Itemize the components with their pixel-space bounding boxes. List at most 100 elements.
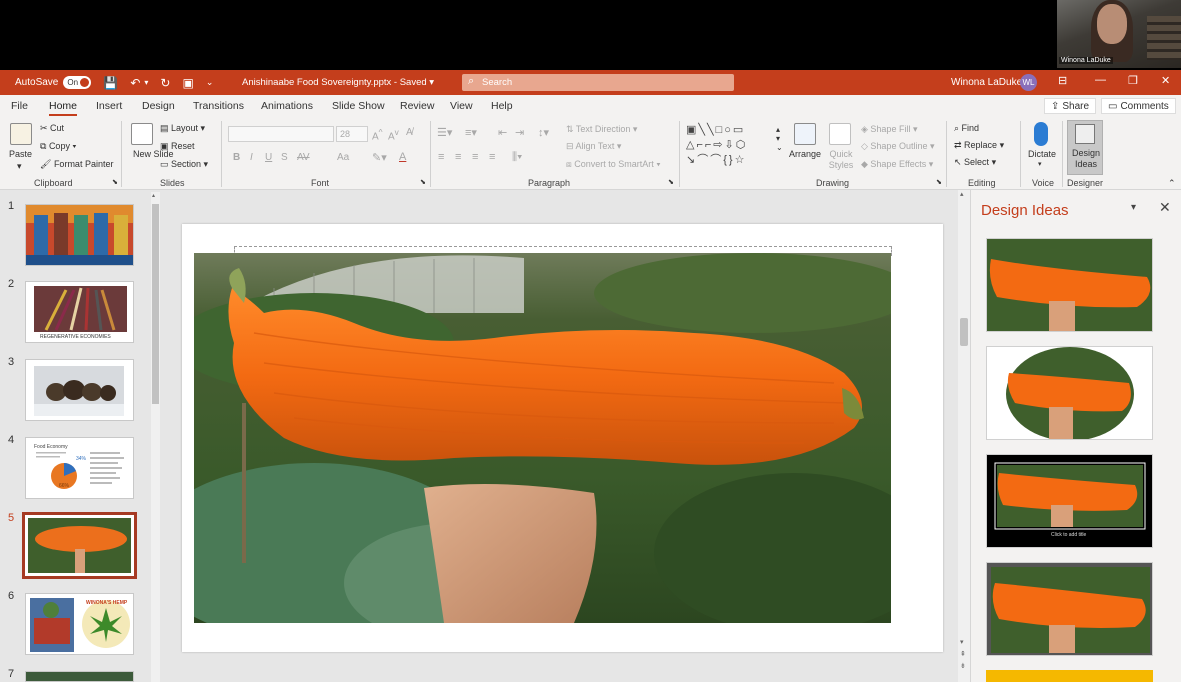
undo-icon[interactable]: ↶ [130, 76, 140, 90]
scrollbar-thumb[interactable] [960, 318, 968, 346]
next-slide-icon[interactable]: ⇟ [960, 662, 966, 670]
tab-design[interactable]: Design [142, 100, 175, 112]
collapse-ribbon-icon[interactable]: ⌃ [1168, 178, 1176, 189]
search-box[interactable]: ⌕ Search [462, 74, 734, 91]
close-icon[interactable]: ✕ [1161, 74, 1170, 87]
strikethrough-button[interactable]: AV [297, 152, 310, 163]
numbering-icon[interactable]: ≡▾ [465, 126, 477, 139]
font-size-box[interactable]: 28 [336, 126, 368, 142]
save-icon[interactable]: 💾 [103, 76, 118, 90]
restore-icon[interactable]: ❐ [1128, 74, 1138, 87]
current-slide[interactable] [182, 224, 943, 652]
increase-indent-icon[interactable]: ⇥ [515, 126, 524, 139]
underline-button[interactable]: U [265, 152, 272, 163]
slide-thumbnail-7[interactable] [25, 671, 134, 682]
close-pane-icon[interactable]: ✕ [1159, 199, 1171, 216]
slide-thumbnail-5[interactable] [22, 512, 137, 579]
tab-home[interactable]: Home [49, 100, 78, 116]
customize-toolbar-icon[interactable]: ⌄ [206, 77, 214, 88]
tab-review[interactable]: Review [400, 100, 434, 112]
design-idea-5[interactable] [986, 670, 1153, 682]
tab-transitions[interactable]: Transitions [193, 100, 244, 112]
avatar[interactable]: WL [1020, 74, 1037, 91]
tab-insert[interactable]: Insert [96, 100, 122, 112]
redo-icon[interactable]: ↻ [160, 76, 170, 90]
select-button[interactable]: ↖ Select ▾ [954, 157, 996, 168]
paragraph-launcher-icon[interactable]: ⬊ [668, 178, 674, 186]
change-case-button[interactable]: Aa [337, 152, 349, 163]
columns-icon[interactable]: ⫼▾ [512, 151, 522, 164]
shape-fill-button[interactable]: ◈ Shape Fill ▾ [861, 124, 917, 135]
comments-button[interactable]: ▭ Comments [1101, 98, 1176, 114]
slide-thumbnail-1[interactable] [25, 204, 134, 266]
ribbon-display-icon[interactable]: ⊟ [1058, 74, 1067, 87]
font-launcher-icon[interactable]: ⬊ [420, 178, 426, 186]
increase-font-icon[interactable]: A^ [372, 127, 383, 142]
scroll-down-icon[interactable]: ▾ [960, 638, 964, 646]
find-button[interactable]: ⌕ Find [954, 123, 979, 134]
dictate-dropdown-icon[interactable]: ▾ [1038, 160, 1042, 168]
quick-styles-icon[interactable] [829, 123, 851, 145]
tab-slide-show[interactable]: Slide Show [332, 100, 385, 112]
layout-button[interactable]: ▤ Layout ▾ [160, 123, 205, 134]
scrollbar-thumb[interactable] [152, 204, 159, 404]
shape-outline-button[interactable]: ◇ Shape Outline ▾ [861, 141, 935, 152]
design-ideas-button[interactable]: Design Ideas [1067, 120, 1103, 175]
font-name-box[interactable] [228, 126, 334, 142]
tab-animations[interactable]: Animations [261, 100, 313, 112]
highlight-icon[interactable]: ✎▾ [372, 151, 387, 164]
font-color-icon[interactable]: A [399, 151, 406, 163]
share-button[interactable]: ⇪ Share [1044, 98, 1097, 114]
tab-view[interactable]: View [450, 100, 473, 112]
previous-slide-icon[interactable]: ⇞ [960, 650, 966, 658]
drawing-launcher-icon[interactable]: ⬊ [936, 178, 942, 186]
shadow-button[interactable]: S [281, 152, 288, 163]
format-painter-button[interactable]: 🖌 Format Painter [40, 159, 113, 170]
italic-button[interactable]: I [250, 152, 253, 163]
clipboard-launcher-icon[interactable]: ⬊ [112, 178, 118, 186]
quick-styles-button[interactable]: Quick Styles [826, 149, 856, 171]
tab-help[interactable]: Help [491, 100, 513, 112]
bold-button[interactable]: B [233, 152, 240, 163]
thumbnails-scrollbar[interactable]: ▴ [151, 192, 160, 682]
canvas-scrollbar[interactable]: ▴ ▾ ⇞ ⇟ [958, 190, 970, 682]
design-idea-3[interactable]: Click to add title [986, 454, 1153, 548]
microphone-icon[interactable] [1034, 122, 1048, 146]
scroll-up-icon[interactable]: ▴ [152, 192, 155, 199]
autosave-toggle[interactable]: On [63, 76, 92, 89]
decrease-font-icon[interactable]: Av [388, 127, 399, 142]
new-slide-icon[interactable] [131, 123, 153, 145]
slide-thumbnail-6[interactable]: WINONA'S HEMP [25, 593, 134, 655]
shape-effects-button[interactable]: ◆ Shape Effects ▾ [861, 159, 933, 170]
replace-button[interactable]: ⇄ Replace ▾ [954, 140, 1004, 151]
slide-thumbnail-4[interactable]: Food Economy 34% 66% [25, 437, 134, 499]
slide-thumbnail-2[interactable]: REGENERATIVE ECONOMIES [25, 281, 134, 343]
dictate-button[interactable]: Dictate [1028, 149, 1056, 159]
align-text-button[interactable]: ⊟ Align Text ▾ [566, 141, 621, 152]
present-icon[interactable]: ▣ [182, 76, 193, 90]
cut-button[interactable]: ✂ Cut [40, 123, 64, 134]
tab-file[interactable]: File [11, 100, 28, 112]
arrange-icon[interactable] [794, 123, 816, 145]
decrease-indent-icon[interactable]: ⇤ [498, 126, 507, 139]
document-title[interactable]: Anishinaabe Food Sovereignty.pptx - Save… [242, 77, 434, 88]
design-idea-2[interactable] [986, 346, 1153, 440]
align-left-icon[interactable]: ≡ [438, 151, 444, 163]
design-idea-1[interactable] [986, 238, 1153, 332]
arrange-button[interactable]: Arrange [789, 149, 821, 159]
shapes-scroll-icon[interactable]: ▴ ▾ ⌄ [776, 125, 783, 152]
convert-smartart-button[interactable]: ⧈ Convert to SmartArt ▾ [566, 159, 661, 170]
section-button[interactable]: ▭ Section ▾ [160, 159, 208, 170]
shapes-gallery[interactable]: ▣╲╲□○▭ △⌐⌐⇨⇩⬡ ↘⌒⌒{}☆ [686, 123, 774, 167]
align-center-icon[interactable]: ≡ [455, 151, 461, 163]
reset-button[interactable]: ▣ Reset [160, 141, 195, 152]
copy-button[interactable]: ⧉ Copy ▾ [40, 141, 76, 152]
undo-dropdown-icon[interactable]: ▾ [144, 78, 148, 87]
pane-options-icon[interactable]: ▾ [1131, 202, 1136, 213]
paste-button[interactable]: Paste [9, 149, 32, 159]
minimize-icon[interactable]: — [1095, 74, 1106, 86]
align-right-icon[interactable]: ≡ [472, 151, 478, 163]
bullets-icon[interactable]: ☰▾ [437, 126, 452, 139]
line-spacing-icon[interactable]: ↕▾ [538, 126, 549, 139]
slide-thumbnail-3[interactable] [25, 359, 134, 421]
